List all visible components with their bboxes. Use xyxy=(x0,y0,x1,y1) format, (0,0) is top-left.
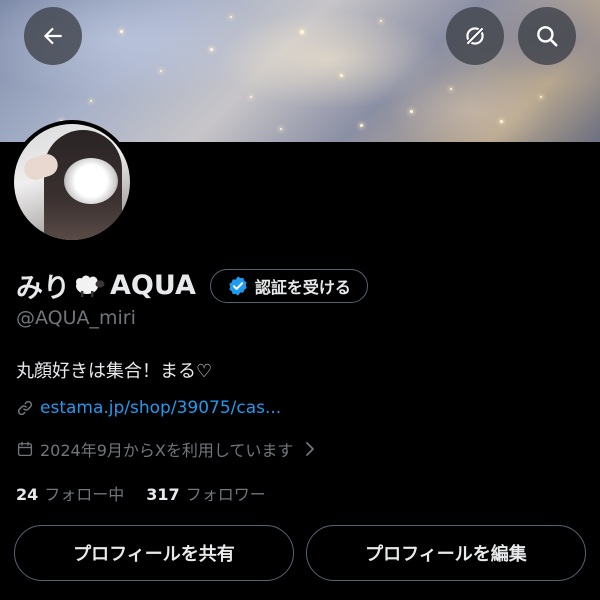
arrow-left-icon xyxy=(43,27,62,45)
sparkle xyxy=(90,100,92,102)
followers-count[interactable]: 317 xyxy=(146,485,179,504)
sparkle xyxy=(120,30,123,33)
sheep-icon xyxy=(76,275,105,297)
sparkle xyxy=(360,124,363,127)
bio-text: 丸顔好きは集合！まる♡ xyxy=(16,361,213,382)
header-banner-image[interactable] xyxy=(0,0,600,142)
sparkle xyxy=(250,96,252,98)
sparkle xyxy=(500,120,503,123)
website-link-text[interactable]: estama.jp/shop/39075/cas... xyxy=(40,398,281,418)
website-link[interactable]: estama.jp/shop/39075/cas... xyxy=(16,398,281,418)
get-verified-label: 認証を受ける xyxy=(254,277,351,297)
sparkle xyxy=(540,96,542,98)
sparkle xyxy=(300,30,304,34)
follow-stats: 24 フォロー中 317 フォロワー xyxy=(16,481,288,505)
share-profile-button[interactable]: プロフィールを共有 xyxy=(14,525,294,581)
edit-profile-button[interactable]: プロフィールを編集 xyxy=(306,525,586,581)
calendar-icon xyxy=(17,441,33,457)
link-icon xyxy=(17,400,33,416)
user-handle: @AQUA_miri xyxy=(16,307,136,329)
display-name-text: みり xyxy=(16,273,70,304)
following-count[interactable]: 24 xyxy=(16,485,38,504)
avatar-photo xyxy=(14,124,130,240)
chevron-right-icon xyxy=(306,442,315,456)
display-name: みり AQUA xyxy=(16,266,196,305)
sparkle xyxy=(410,110,413,113)
sparkle xyxy=(280,128,282,130)
profile-screen: みり AQUA 認証を受ける @AQUA_miri 丸顔好きは集合！まる♡ es… xyxy=(0,0,600,600)
following-label[interactable]: フォロー中 xyxy=(44,481,124,505)
joined-date-row[interactable]: 2024年9月からXを利用しています xyxy=(16,437,325,461)
avatar-face-blur xyxy=(64,158,118,204)
avatar[interactable] xyxy=(10,120,134,244)
search-icon xyxy=(537,26,558,47)
sparkle xyxy=(210,48,213,51)
name-row: みり AQUA 認証を受ける xyxy=(16,266,368,305)
verified-badge-icon xyxy=(229,275,247,296)
sparkle xyxy=(340,74,343,77)
display-name-suffix: AQUA xyxy=(110,270,196,301)
sparkle xyxy=(160,70,162,72)
sparkle xyxy=(450,88,452,90)
back-button[interactable] xyxy=(24,7,82,65)
joined-date-text: 2024年9月からXを利用しています xyxy=(40,441,294,460)
followers-label[interactable]: フォロワー xyxy=(186,481,266,505)
sparkle xyxy=(380,20,382,22)
sync-off-icon xyxy=(465,26,485,46)
sync-off-button[interactable] xyxy=(446,7,504,65)
get-verified-button[interactable]: 認証を受ける xyxy=(209,268,368,303)
sparkle xyxy=(230,16,232,18)
search-button[interactable] xyxy=(518,7,576,65)
